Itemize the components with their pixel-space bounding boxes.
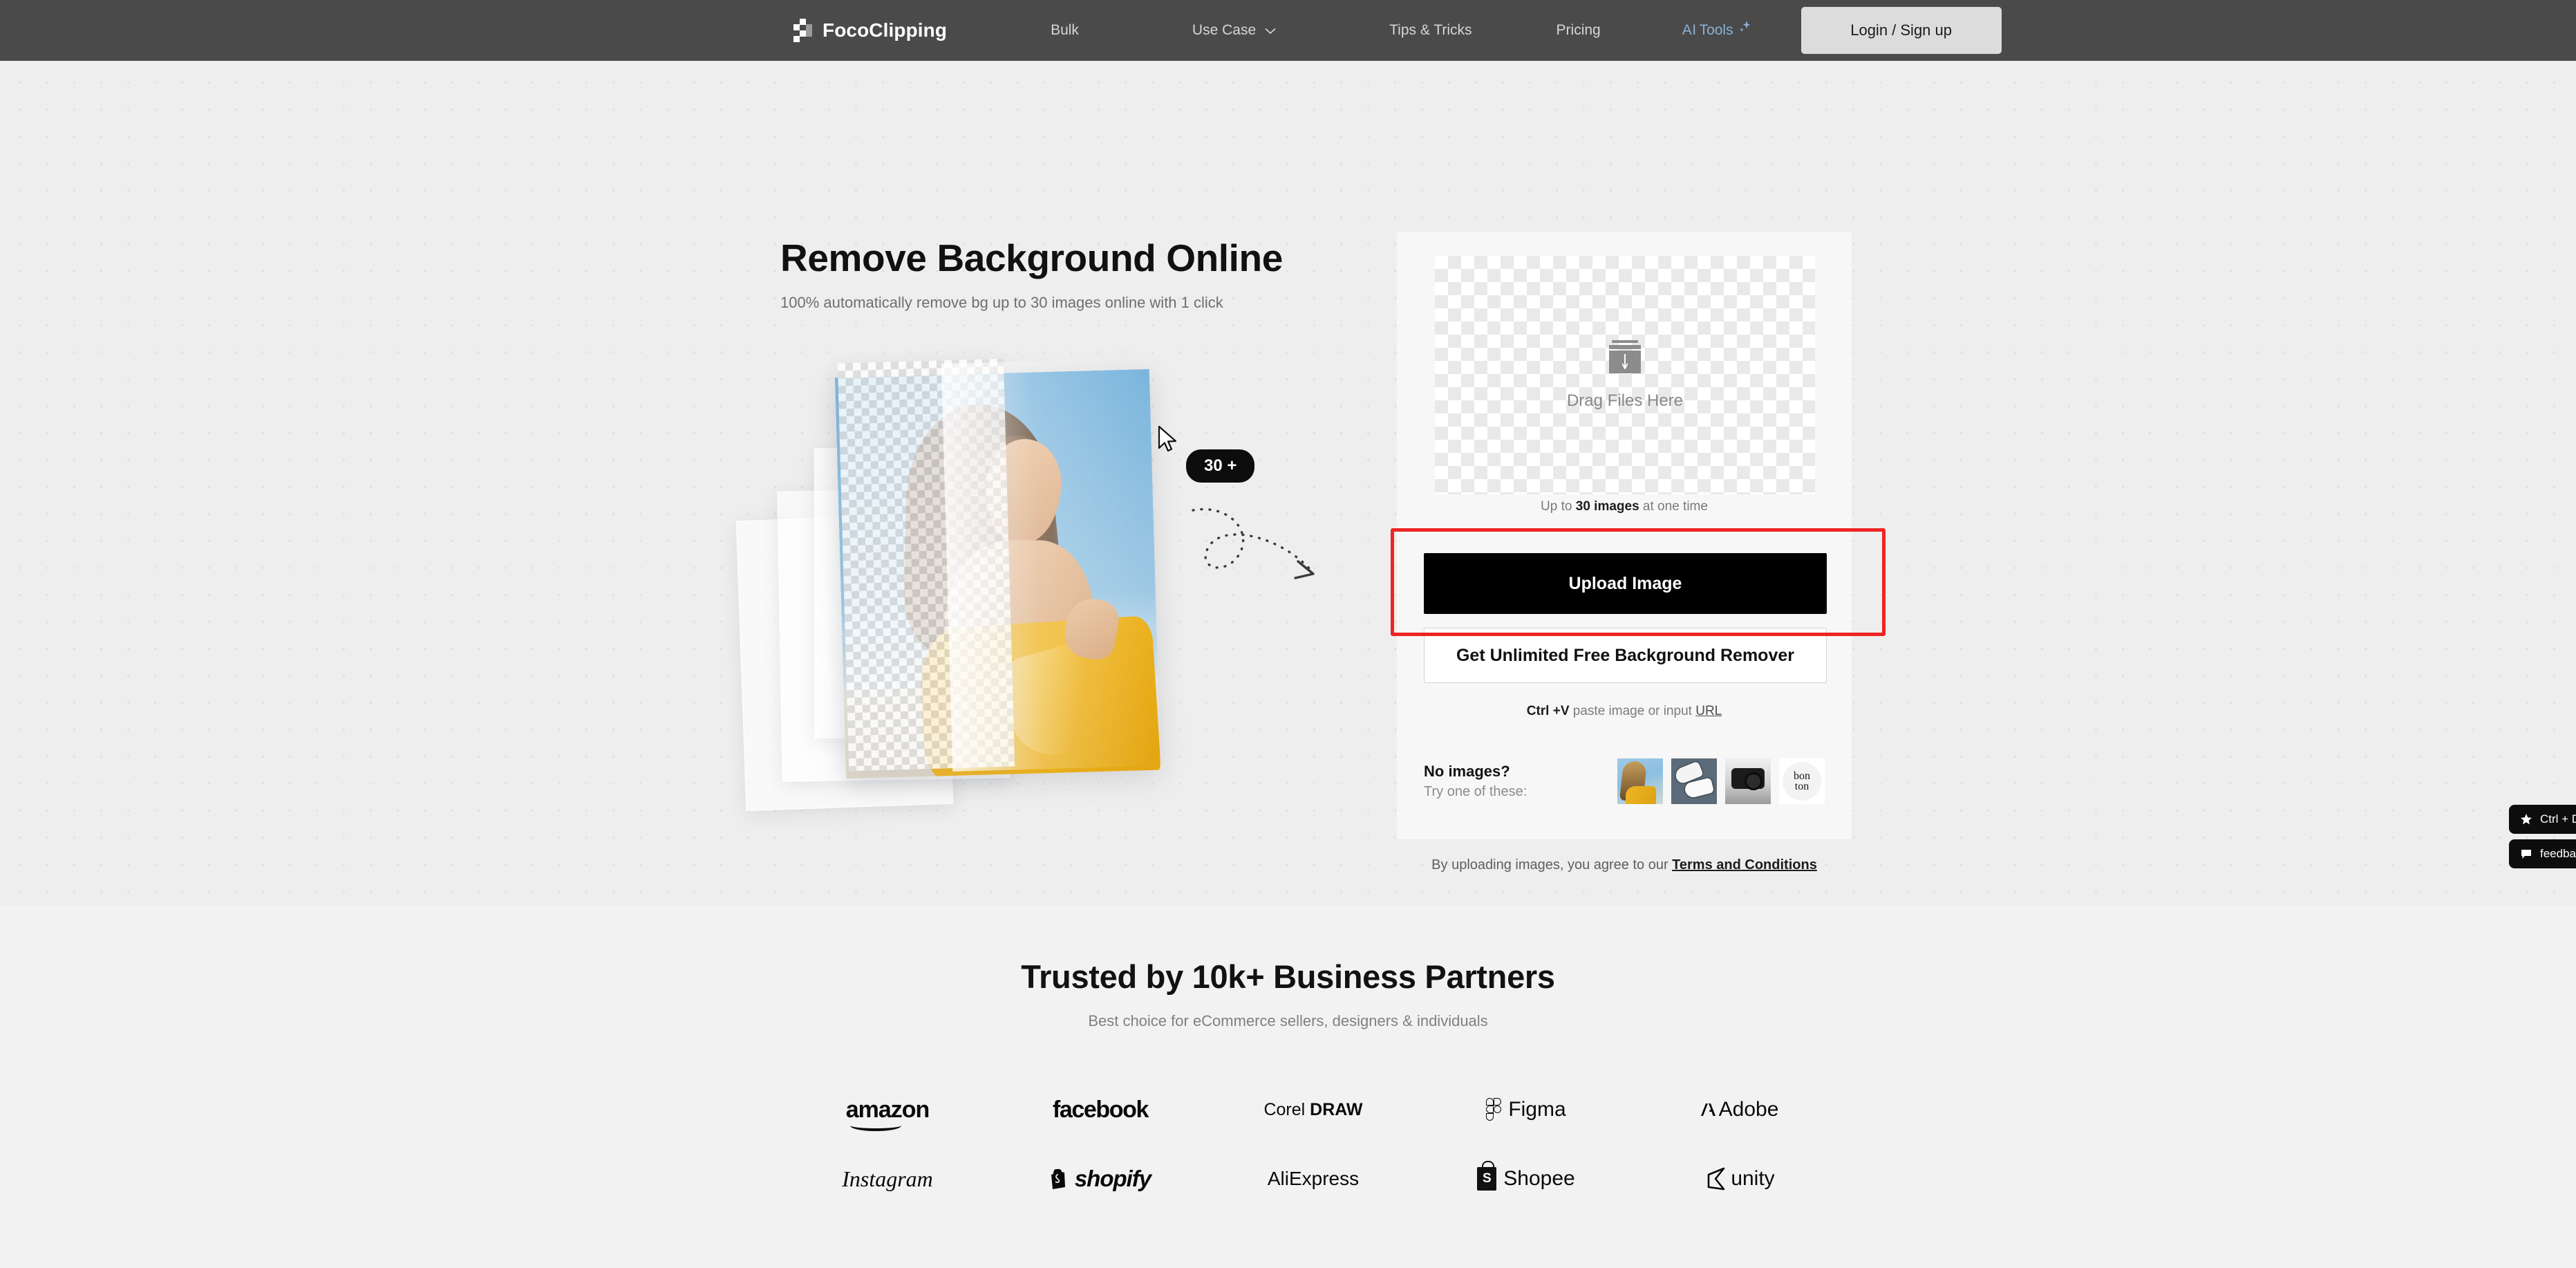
nav-label-pricing: Pricing — [1557, 22, 1601, 39]
nav-item-tips-tricks[interactable]: Tips & Tricks — [1389, 22, 1472, 39]
nav-label-tips-tricks: Tips & Tricks — [1389, 22, 1472, 39]
sample-thumb-camera[interactable] — [1725, 758, 1771, 804]
terms-and-conditions-link[interactable]: Terms and Conditions — [1672, 857, 1817, 873]
bonton-line-2: ton — [1795, 781, 1809, 792]
ai-tools-label-b: Tools — [1700, 22, 1733, 39]
amazon-smile-icon — [850, 1119, 901, 1131]
site-header: FocoClipping Bulk Use Case Tips & Tricks… — [0, 0, 2576, 61]
fococlipping-logo-icon — [793, 19, 811, 42]
facebook-wordmark: facebook — [1053, 1097, 1148, 1124]
adobe-a-icon — [1700, 1101, 1718, 1119]
badge-30-plus: 30 + — [1186, 449, 1254, 483]
sparkle-icon — [1736, 19, 1751, 35]
nav-item-ai-tools[interactable]: AI Tools — [1682, 22, 1751, 39]
partner-logo-shopify[interactable]: shopify — [994, 1166, 1207, 1192]
sample-thumbnails: bon ton — [1617, 758, 1825, 804]
file-dropzone[interactable]: Drag Files Here — [1435, 256, 1815, 494]
terms-notice: By uploading images, you agree to our Te… — [1396, 857, 1852, 873]
upload-limit-text: Up to 30 images at one time — [1396, 499, 1852, 514]
limit-suffix: at one time — [1639, 499, 1708, 514]
login-signup-button[interactable]: Login / Sign up — [1801, 7, 2002, 54]
speech-bubble-icon — [2520, 848, 2532, 860]
nav-item-bulk[interactable]: Bulk — [1051, 22, 1079, 39]
draw-word: DRAW — [1310, 1100, 1362, 1119]
upload-download-icon — [1607, 340, 1643, 373]
page-subtitle: 100% automatically remove bg up to 30 im… — [780, 294, 1223, 312]
limit-prefix: Up to — [1541, 499, 1576, 514]
partner-logo-instagram[interactable]: Instagram — [781, 1166, 994, 1192]
page-title: Remove Background Online — [780, 236, 1472, 280]
chevron-down-icon — [1265, 28, 1276, 35]
header-nav-container: FocoClipping Bulk Use Case Tips & Tricks… — [793, 0, 2002, 61]
figma-wordmark: Figma — [1508, 1098, 1566, 1121]
partner-logos-row-2: Instagram shopify AliExpress S Shopee — [781, 1144, 1845, 1213]
instagram-wordmark: Instagram — [842, 1166, 933, 1192]
paste-url-link[interactable]: URL — [1695, 704, 1722, 718]
dropzone-label: Drag Files Here — [1567, 391, 1683, 411]
figma-mark-icon — [1486, 1098, 1501, 1121]
sample-thumb-sneakers[interactable] — [1671, 758, 1717, 804]
unity-cube-icon — [1703, 1166, 1727, 1191]
bookmark-shortcut-label: Ctrl + D — [2540, 812, 2576, 826]
try-one-of-these-label: Try one of these: — [1424, 784, 1617, 800]
brand-name: FocoClipping — [822, 19, 947, 41]
bonton-line-1: bon — [1794, 771, 1810, 781]
adobe-wordmark: Adobe — [1719, 1098, 1779, 1121]
shopee-wordmark: Shopee — [1503, 1167, 1574, 1191]
transparency-fade-overlay — [941, 358, 1153, 772]
shopee-bag-icon: S — [1477, 1167, 1496, 1191]
trusted-heading: Trusted by 10k+ Business Partners — [0, 958, 2576, 996]
corel-word: Corel — [1263, 1100, 1310, 1119]
partner-logo-facebook[interactable]: facebook — [994, 1097, 1207, 1124]
paste-shortcut-key: Ctrl +V — [1527, 704, 1570, 718]
limit-strong: 30 images — [1576, 499, 1639, 514]
paste-hint-text: Ctrl +V paste image or input URL — [1396, 704, 1852, 719]
upload-image-button[interactable]: Upload Image — [1424, 553, 1827, 614]
partner-logos-row-1: amazon facebook Corel DRAW Figma — [781, 1075, 1845, 1144]
shopify-wordmark: shopify — [1075, 1166, 1151, 1192]
main-nav: Bulk Use Case Tips & Tricks Pricing AI T… — [1051, 22, 1801, 39]
brand-logo-link[interactable]: FocoClipping — [793, 19, 947, 42]
partner-logo-unity[interactable]: unity — [1633, 1166, 1845, 1191]
shopify-bag-icon — [1050, 1168, 1068, 1190]
ai-tools-label-a: AI — [1682, 22, 1697, 39]
amazon-wordmark: amazon — [846, 1097, 930, 1123]
partner-logo-corel-draw[interactable]: Corel DRAW — [1207, 1100, 1420, 1120]
dotted-curve-arrow-icon — [1189, 498, 1375, 622]
nav-item-pricing[interactable]: Pricing — [1557, 22, 1601, 39]
cursor-pointer-icon — [1157, 425, 1179, 453]
partner-logo-adobe[interactable]: Adobe — [1633, 1098, 1845, 1121]
nav-item-use-case[interactable]: Use Case — [1192, 22, 1276, 39]
feedback-pill[interactable]: feedback — [2509, 839, 2576, 868]
feedback-label: feedback — [2540, 847, 2576, 861]
paste-hint-middle: paste image or input — [1570, 704, 1696, 718]
partner-logo-figma[interactable]: Figma — [1420, 1098, 1633, 1121]
nav-label-use-case: Use Case — [1192, 22, 1256, 39]
aliexpress-wordmark: AliExpress — [1268, 1168, 1359, 1190]
partner-logos: amazon facebook Corel DRAW Figma — [781, 1075, 1845, 1213]
terms-prefix: By uploading images, you agree to our — [1431, 857, 1672, 873]
hero-illustration: 30 + — [740, 346, 1362, 843]
nav-label-bulk: Bulk — [1051, 22, 1079, 39]
trusted-subheading: Best choice for eCommerce sellers, desig… — [0, 1012, 2576, 1030]
no-images-title: No images? — [1424, 763, 1617, 781]
bookmark-shortcut-pill[interactable]: Ctrl + D — [2509, 805, 2576, 834]
partner-logo-amazon[interactable]: amazon — [781, 1097, 994, 1124]
sample-thumb-woman-yellow[interactable] — [1617, 758, 1663, 804]
unity-wordmark: unity — [1731, 1167, 1774, 1191]
sample-images-labels: No images? Try one of these: — [1424, 763, 1617, 800]
sample-thumb-bonton-logo[interactable]: bon ton — [1779, 758, 1825, 804]
get-unlimited-button[interactable]: Get Unlimited Free Background Remover — [1424, 628, 1827, 683]
star-icon — [2520, 813, 2532, 826]
sample-images-row: No images? Try one of these: bon ton — [1424, 754, 1825, 809]
partner-logo-shopee[interactable]: S Shopee — [1420, 1167, 1633, 1191]
partner-logo-aliexpress[interactable]: AliExpress — [1207, 1168, 1420, 1190]
